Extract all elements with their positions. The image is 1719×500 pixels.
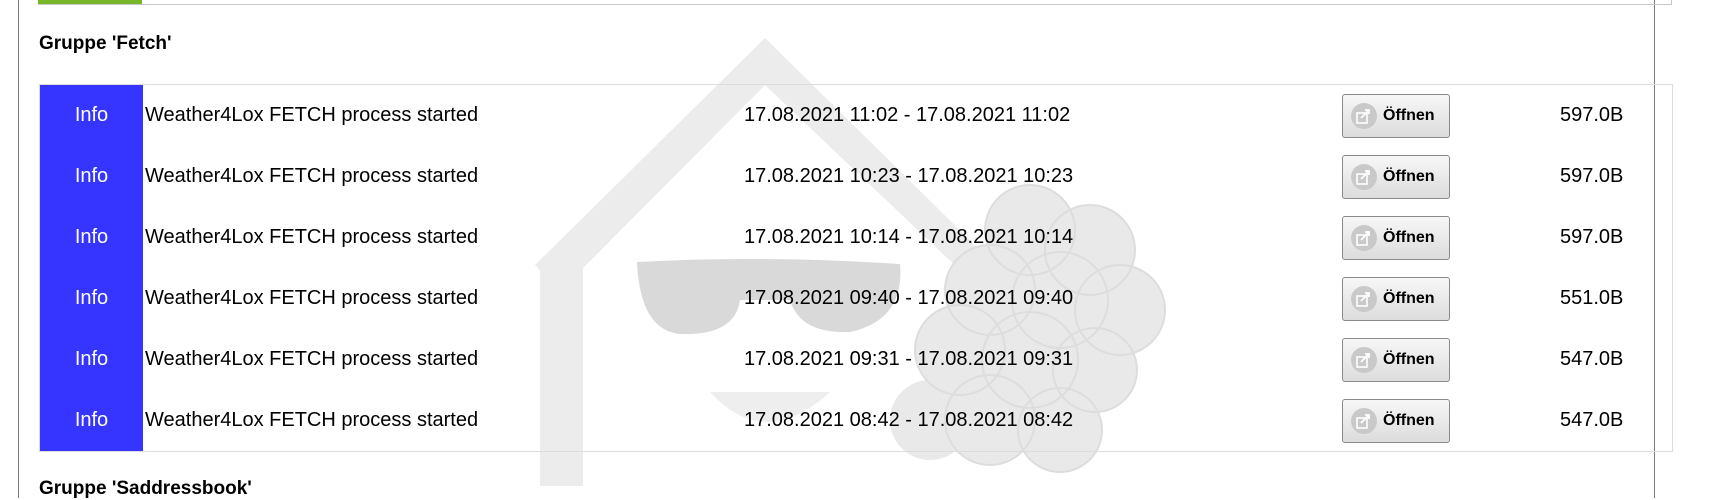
log-size: 597.0B (1560, 104, 1624, 126)
log-size: 547.0B (1560, 348, 1624, 370)
open-button-label: Öffnen (1383, 107, 1435, 124)
log-message: Weather4Lox FETCH process started (145, 287, 479, 309)
log-table: Info Weather4Lox FETCH process started 1… (39, 84, 1673, 452)
log-time-range: 17.08.2021 09:40 - 17.08.2021 09:40 (744, 287, 1074, 309)
level-badge: Info (40, 329, 143, 390)
table-row: Info Weather4Lox FETCH process started 1… (40, 329, 1672, 390)
share-arrow-icon (1351, 103, 1377, 129)
group-title: Gruppe 'Fetch' (39, 33, 172, 54)
log-message: Weather4Lox FETCH process started (145, 165, 479, 187)
level-badge: Info (40, 268, 143, 329)
log-message: Weather4Lox FETCH process started (145, 348, 479, 370)
level-badge: Info (40, 207, 143, 268)
share-arrow-icon (1351, 347, 1377, 373)
open-button-label: Öffnen (1383, 168, 1435, 185)
open-button[interactable]: Öffnen (1342, 155, 1450, 199)
share-arrow-icon (1351, 286, 1377, 312)
log-time-range: 17.08.2021 09:31 - 17.08.2021 09:31 (744, 348, 1074, 370)
top-tab-bar (38, 0, 1672, 5)
share-arrow-icon (1351, 408, 1377, 434)
log-time-range: 17.08.2021 11:02 - 17.08.2021 11:02 (744, 104, 1071, 126)
open-button[interactable]: Öffnen (1342, 399, 1450, 443)
table-row: Info Weather4Lox FETCH process started 1… (40, 268, 1672, 329)
log-size: 597.0B (1560, 226, 1624, 248)
open-button[interactable]: Öffnen (1342, 338, 1450, 382)
log-size: 597.0B (1560, 165, 1624, 187)
table-row: Info Weather4Lox FETCH process started 1… (40, 207, 1672, 268)
level-badge: Info (40, 146, 143, 207)
share-arrow-icon (1351, 225, 1377, 251)
open-button-label: Öffnen (1383, 412, 1435, 429)
log-time-range: 17.08.2021 08:42 - 17.08.2021 08:42 (744, 409, 1074, 431)
share-arrow-icon (1351, 164, 1377, 190)
open-button-label: Öffnen (1383, 229, 1435, 246)
level-badge: Info (40, 390, 143, 451)
log-message: Weather4Lox FETCH process started (145, 409, 479, 431)
level-badge: Info (40, 85, 143, 146)
next-group-title: Gruppe 'Saddressbook' (39, 478, 252, 499)
open-button[interactable]: Öffnen (1342, 94, 1450, 138)
open-button-label: Öffnen (1383, 290, 1435, 307)
table-row: Info Weather4Lox FETCH process started 1… (40, 146, 1672, 207)
log-time-range: 17.08.2021 10:14 - 17.08.2021 10:14 (744, 226, 1074, 248)
log-message: Weather4Lox FETCH process started (145, 226, 479, 248)
log-size: 547.0B (1560, 409, 1624, 431)
log-size: 551.0B (1560, 287, 1624, 309)
active-tab-indicator[interactable] (38, 0, 142, 4)
open-button[interactable]: Öffnen (1342, 216, 1450, 260)
open-button[interactable]: Öffnen (1342, 277, 1450, 321)
log-time-range: 17.08.2021 10:23 - 17.08.2021 10:23 (744, 165, 1074, 187)
table-row: Info Weather4Lox FETCH process started 1… (40, 390, 1672, 451)
open-button-label: Öffnen (1383, 351, 1435, 368)
table-row: Info Weather4Lox FETCH process started 1… (40, 85, 1672, 146)
log-message: Weather4Lox FETCH process started (145, 104, 479, 126)
